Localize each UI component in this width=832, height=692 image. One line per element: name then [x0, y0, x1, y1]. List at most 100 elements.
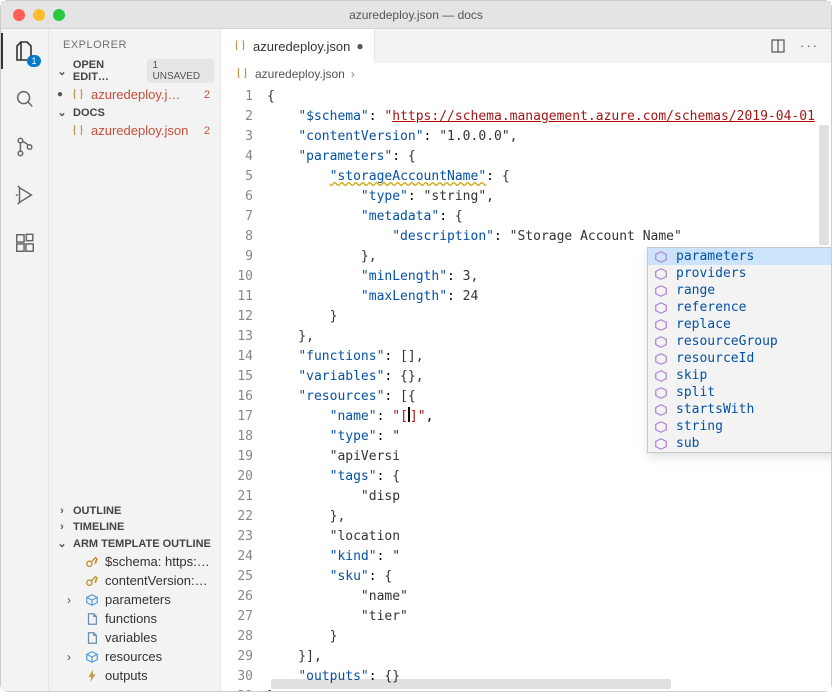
- suggest-item[interactable]: replace: [648, 316, 831, 333]
- vertical-scrollbar[interactable]: [819, 125, 829, 245]
- search-icon[interactable]: [11, 85, 39, 113]
- code-content: }],: [267, 647, 322, 667]
- breadcrumb-file: azuredeploy.json: [255, 67, 345, 81]
- suggest-item-label: resourceId: [676, 351, 754, 366]
- suggest-item[interactable]: startsWith: [648, 401, 831, 418]
- source-control-icon[interactable]: [11, 133, 39, 161]
- arm-outline-header[interactable]: ⌄ ARM TEMPLATE OUTLINE: [49, 535, 220, 552]
- line-number: 22: [221, 507, 267, 527]
- open-editor-item[interactable]: azuredeploy.j… 2: [49, 85, 220, 104]
- chevron-down-icon: ⌄: [55, 537, 69, 550]
- arm-outline-item-label: contentVersion:…: [105, 573, 208, 588]
- code-line[interactable]: 25 "sku": {: [221, 567, 831, 587]
- arm-outline-item[interactable]: ›parameters: [49, 590, 220, 609]
- open-editor-errors: 2: [204, 89, 214, 101]
- code-content: "type": "string",: [267, 187, 494, 207]
- code-line[interactable]: 6 "type": "string",: [221, 187, 831, 207]
- method-icon: [654, 267, 668, 281]
- run-debug-icon[interactable]: [11, 181, 39, 209]
- code-line[interactable]: 28 }: [221, 627, 831, 647]
- method-icon: [654, 386, 668, 400]
- arm-outline-item[interactable]: $schema: https:…: [49, 552, 220, 571]
- code-line[interactable]: 27 "tier": [221, 607, 831, 627]
- tab-active[interactable]: azuredeploy.json ●: [221, 29, 375, 63]
- suggest-item-label: range: [676, 283, 715, 298]
- code-line[interactable]: 8 "description": "Storage Account Name": [221, 227, 831, 247]
- line-number: 10: [221, 267, 267, 287]
- suggest-item[interactable]: split: [648, 384, 831, 401]
- code-line[interactable]: 3 "contentVersion": "1.0.0.0",: [221, 127, 831, 147]
- line-number: 26: [221, 587, 267, 607]
- code-line[interactable]: 29 }],: [221, 647, 831, 667]
- object-icon: [85, 650, 99, 664]
- line-number: 23: [221, 527, 267, 547]
- arm-outline-item[interactable]: ›resources: [49, 647, 220, 666]
- tab-label: azuredeploy.json: [253, 39, 350, 54]
- horizontal-scrollbar[interactable]: [271, 679, 671, 689]
- suggest-item[interactable]: string: [648, 418, 831, 435]
- code-editor[interactable]: 1{2 "$schema": "https://schema.managemen…: [221, 85, 831, 691]
- outline-label: OUTLINE: [73, 505, 121, 517]
- chevron-right-icon: ›: [67, 593, 79, 607]
- minimize-window-button[interactable]: [33, 9, 45, 21]
- sidebar-title: EXPLORER: [49, 29, 220, 57]
- suggest-item[interactable]: resourceGroup: [648, 333, 831, 350]
- code-line[interactable]: 2 "$schema": "https://schema.management.…: [221, 107, 831, 127]
- suggest-item[interactable]: providers: [648, 265, 831, 282]
- method-icon: [654, 352, 668, 366]
- code-content: },: [267, 247, 377, 267]
- code-content: "sku": {: [267, 567, 392, 587]
- suggest-item[interactable]: range: [648, 282, 831, 299]
- code-line[interactable]: 21 "disp: [221, 487, 831, 507]
- code-content: "resources": [{: [267, 387, 416, 407]
- code-content: "kind": ": [267, 547, 400, 567]
- suggest-item[interactable]: skip: [648, 367, 831, 384]
- code-line[interactable]: 5 "storageAccountName": {: [221, 167, 831, 187]
- line-number: 21: [221, 487, 267, 507]
- folder-header[interactable]: ⌄ DOCS: [49, 104, 220, 121]
- arm-outline-item[interactable]: functions: [49, 609, 220, 628]
- code-line[interactable]: 1{: [221, 87, 831, 107]
- line-number: 29: [221, 647, 267, 667]
- line-number: 14: [221, 347, 267, 367]
- suggest-item-label: reference: [676, 300, 746, 315]
- key-icon: [85, 574, 99, 588]
- code-content: "parameters": {: [267, 147, 416, 167]
- outline-header[interactable]: › OUTLINE: [49, 503, 220, 519]
- open-editors-header[interactable]: ⌄ OPEN EDIT… 1 UNSAVED: [49, 57, 220, 85]
- code-line[interactable]: 4 "parameters": {: [221, 147, 831, 167]
- breadcrumb[interactable]: azuredeploy.json ›: [221, 63, 831, 85]
- extensions-icon[interactable]: [11, 229, 39, 257]
- arm-outline-item[interactable]: contentVersion:…: [49, 571, 220, 590]
- suggest-item[interactable]: resourceId: [648, 350, 831, 367]
- arm-outline-item[interactable]: outputs: [49, 666, 220, 685]
- code-line[interactable]: 7 "metadata": {: [221, 207, 831, 227]
- suggest-item-label: providers: [676, 266, 746, 281]
- code-content: },: [267, 507, 345, 527]
- timeline-header[interactable]: › TIMELINE: [49, 519, 220, 535]
- suggest-item[interactable]: reference: [648, 299, 831, 316]
- close-window-button[interactable]: [13, 9, 25, 21]
- more-actions-icon[interactable]: ···: [800, 38, 819, 54]
- maximize-window-button[interactable]: [53, 9, 65, 21]
- line-number: 12: [221, 307, 267, 327]
- arm-outline-item-label: variables: [105, 630, 157, 645]
- method-icon: [654, 403, 668, 417]
- suggest-item[interactable]: sub: [648, 435, 831, 452]
- code-line[interactable]: 24 "kind": ": [221, 547, 831, 567]
- code-line[interactable]: 23 "location: [221, 527, 831, 547]
- code-content: "$schema": "https://schema.management.az…: [267, 107, 815, 127]
- chevron-right-icon: ›: [55, 505, 69, 517]
- method-icon: [654, 437, 668, 451]
- sidebar: EXPLORER ⌄ OPEN EDIT… 1 UNSAVED azuredep…: [49, 29, 221, 691]
- code-line[interactable]: 26 "name": [221, 587, 831, 607]
- code-line[interactable]: 22 },: [221, 507, 831, 527]
- split-editor-icon[interactable]: [770, 38, 786, 54]
- explorer-icon[interactable]: 1: [11, 37, 39, 65]
- chevron-right-icon: ›: [351, 67, 355, 81]
- arm-outline-item[interactable]: variables: [49, 628, 220, 647]
- folder-item[interactable]: azuredeploy.json 2: [49, 121, 220, 140]
- code-content: "location: [267, 527, 400, 547]
- code-line[interactable]: 20 "tags": {: [221, 467, 831, 487]
- suggest-item[interactable]: parameters(function) parameters…: [648, 248, 831, 265]
